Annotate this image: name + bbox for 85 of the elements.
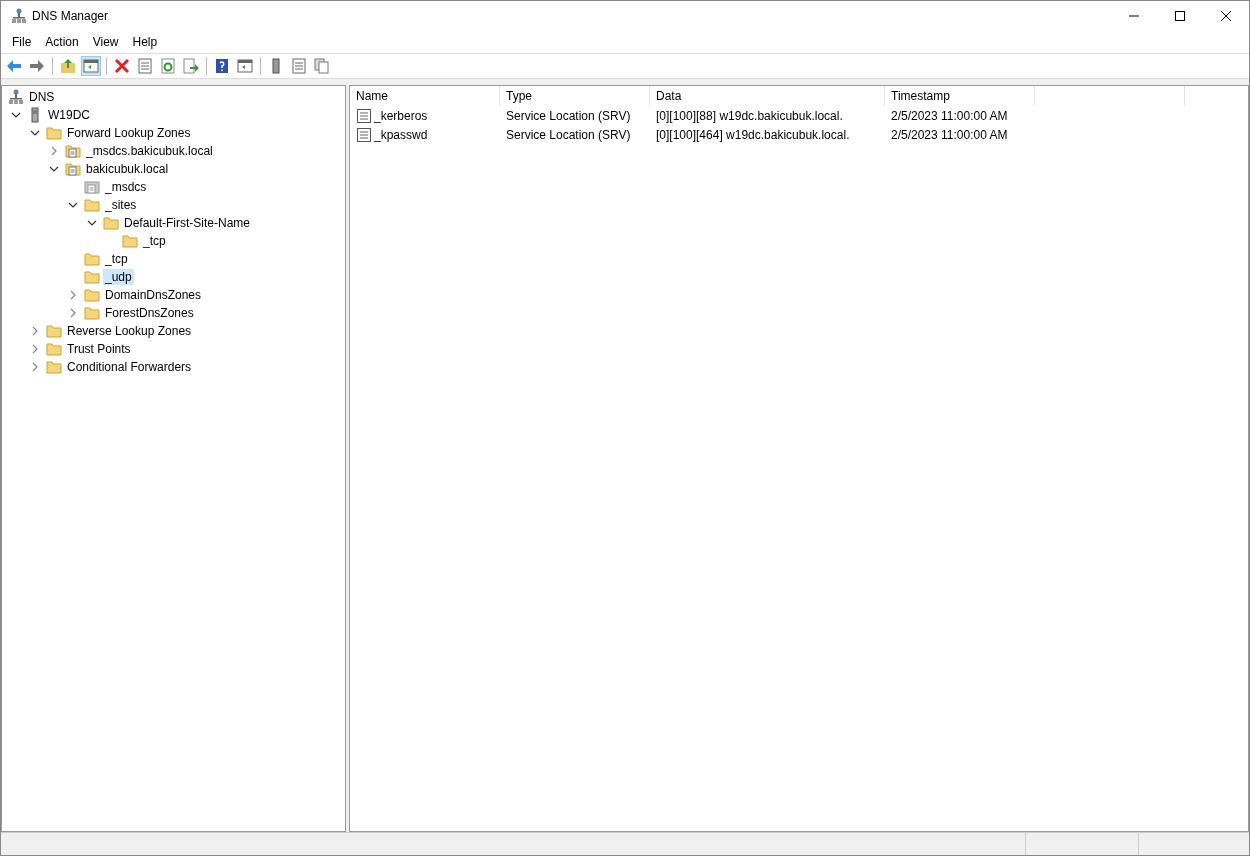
record-icon (356, 107, 372, 124)
tree-item[interactable]: DomainDnsZones (103, 287, 204, 303)
up-icon (60, 58, 76, 74)
close-icon[interactable] (1221, 11, 1231, 21)
document-icon (65, 143, 81, 159)
chevron-down-icon[interactable] (49, 164, 59, 174)
tree-item[interactable]: Reverse Lookup Zones (65, 323, 194, 339)
folder-icon (84, 305, 100, 321)
action-pane-button[interactable] (235, 56, 255, 76)
tree-item[interactable]: _msdcs (103, 179, 149, 195)
forward-icon (29, 58, 45, 74)
folder-icon (103, 215, 119, 231)
chevron-right-icon[interactable] (49, 146, 59, 156)
table-cell: Service Location (SRV) (506, 127, 631, 142)
folder-icon (84, 287, 100, 303)
help-icon (214, 58, 230, 74)
tree-item[interactable]: bakicubuk.local (84, 161, 171, 177)
properties-button[interactable] (135, 56, 155, 76)
chevron-right-icon[interactable] (30, 362, 40, 372)
table-cell: 2/5/2023 11:00:00 AM (891, 127, 1008, 142)
chevron-down-icon[interactable] (30, 128, 40, 138)
table-cell: _kerberos (374, 108, 428, 123)
tree-item[interactable]: W19DC (46, 107, 92, 123)
column-header[interactable]: Timestamp (885, 86, 1035, 106)
column-header[interactable]: Data (650, 86, 885, 106)
back-icon (6, 58, 22, 74)
delete-button[interactable] (112, 56, 132, 76)
copy-button[interactable] (312, 56, 332, 76)
table-cell: 2/5/2023 11:00:00 AM (891, 108, 1008, 123)
folder-icon (84, 269, 100, 285)
table-cell: [0][100][88] w19dc.bakicubuk.local. (656, 108, 843, 123)
menu-item[interactable]: Action (38, 33, 86, 51)
console-tree-icon (83, 58, 99, 74)
properties-icon (137, 58, 153, 74)
menu-item[interactable]: File (5, 33, 39, 51)
export-button[interactable] (181, 56, 201, 76)
document-icon (84, 179, 100, 195)
list-icon (291, 58, 307, 74)
folder-icon (46, 125, 62, 141)
chevron-right-icon[interactable] (30, 326, 40, 336)
chevron-down-icon[interactable] (68, 200, 78, 210)
folder-icon (84, 197, 100, 213)
network-icon (11, 8, 27, 24)
tree-item[interactable]: Conditional Forwarders (65, 359, 194, 375)
document-icon (65, 161, 81, 177)
refresh-icon (160, 58, 176, 74)
folder-icon (84, 251, 100, 267)
tree-item[interactable]: DNS (27, 89, 57, 105)
tree-item[interactable]: Default-First-Site-Name (122, 215, 253, 231)
column-header[interactable]: Name (350, 86, 500, 106)
window-title: DNS Manager (32, 9, 109, 23)
table-cell: Service Location (SRV) (506, 108, 631, 123)
folder-icon (46, 359, 62, 375)
tree-item[interactable]: _sites (103, 197, 139, 213)
delete-icon (114, 58, 130, 74)
folder-icon (122, 233, 138, 249)
network-icon (8, 89, 24, 105)
chevron-right-icon[interactable] (68, 308, 78, 318)
refresh-button[interactable] (158, 56, 178, 76)
chevron-right-icon[interactable] (68, 290, 78, 300)
tree-item[interactable]: ForestDnsZones (103, 305, 196, 321)
tree-item[interactable]: _msdcs.bakicubuk.local (84, 143, 215, 159)
column-header[interactable]: Type (500, 86, 650, 106)
record-icon (356, 126, 372, 143)
up-button[interactable] (58, 56, 78, 76)
console-tree-button[interactable] (81, 56, 101, 76)
tree-item[interactable]: _udp (103, 269, 134, 285)
tree-item[interactable]: _tcp (103, 251, 130, 267)
table-cell: [0][100][464] w19dc.bakicubuk.local. (656, 127, 850, 142)
copy-icon (314, 58, 330, 74)
chevron-right-icon[interactable] (30, 344, 40, 354)
folder-icon (46, 341, 62, 357)
action-pane-icon (237, 58, 253, 74)
chevron-down-icon[interactable] (11, 110, 21, 120)
tree-item[interactable]: Trust Points (65, 341, 133, 357)
table-cell: _kpasswd (374, 127, 428, 142)
menu-item[interactable]: Help (125, 33, 165, 51)
tree-item[interactable]: _tcp (141, 233, 168, 249)
tree-item[interactable]: Forward Lookup Zones (65, 125, 193, 141)
menu-item[interactable]: View (85, 33, 126, 51)
list-button[interactable] (289, 56, 309, 76)
chevron-down-icon[interactable] (87, 218, 97, 228)
folder-icon (46, 323, 62, 339)
maximize-icon[interactable] (1175, 11, 1185, 21)
export-icon (183, 58, 199, 74)
